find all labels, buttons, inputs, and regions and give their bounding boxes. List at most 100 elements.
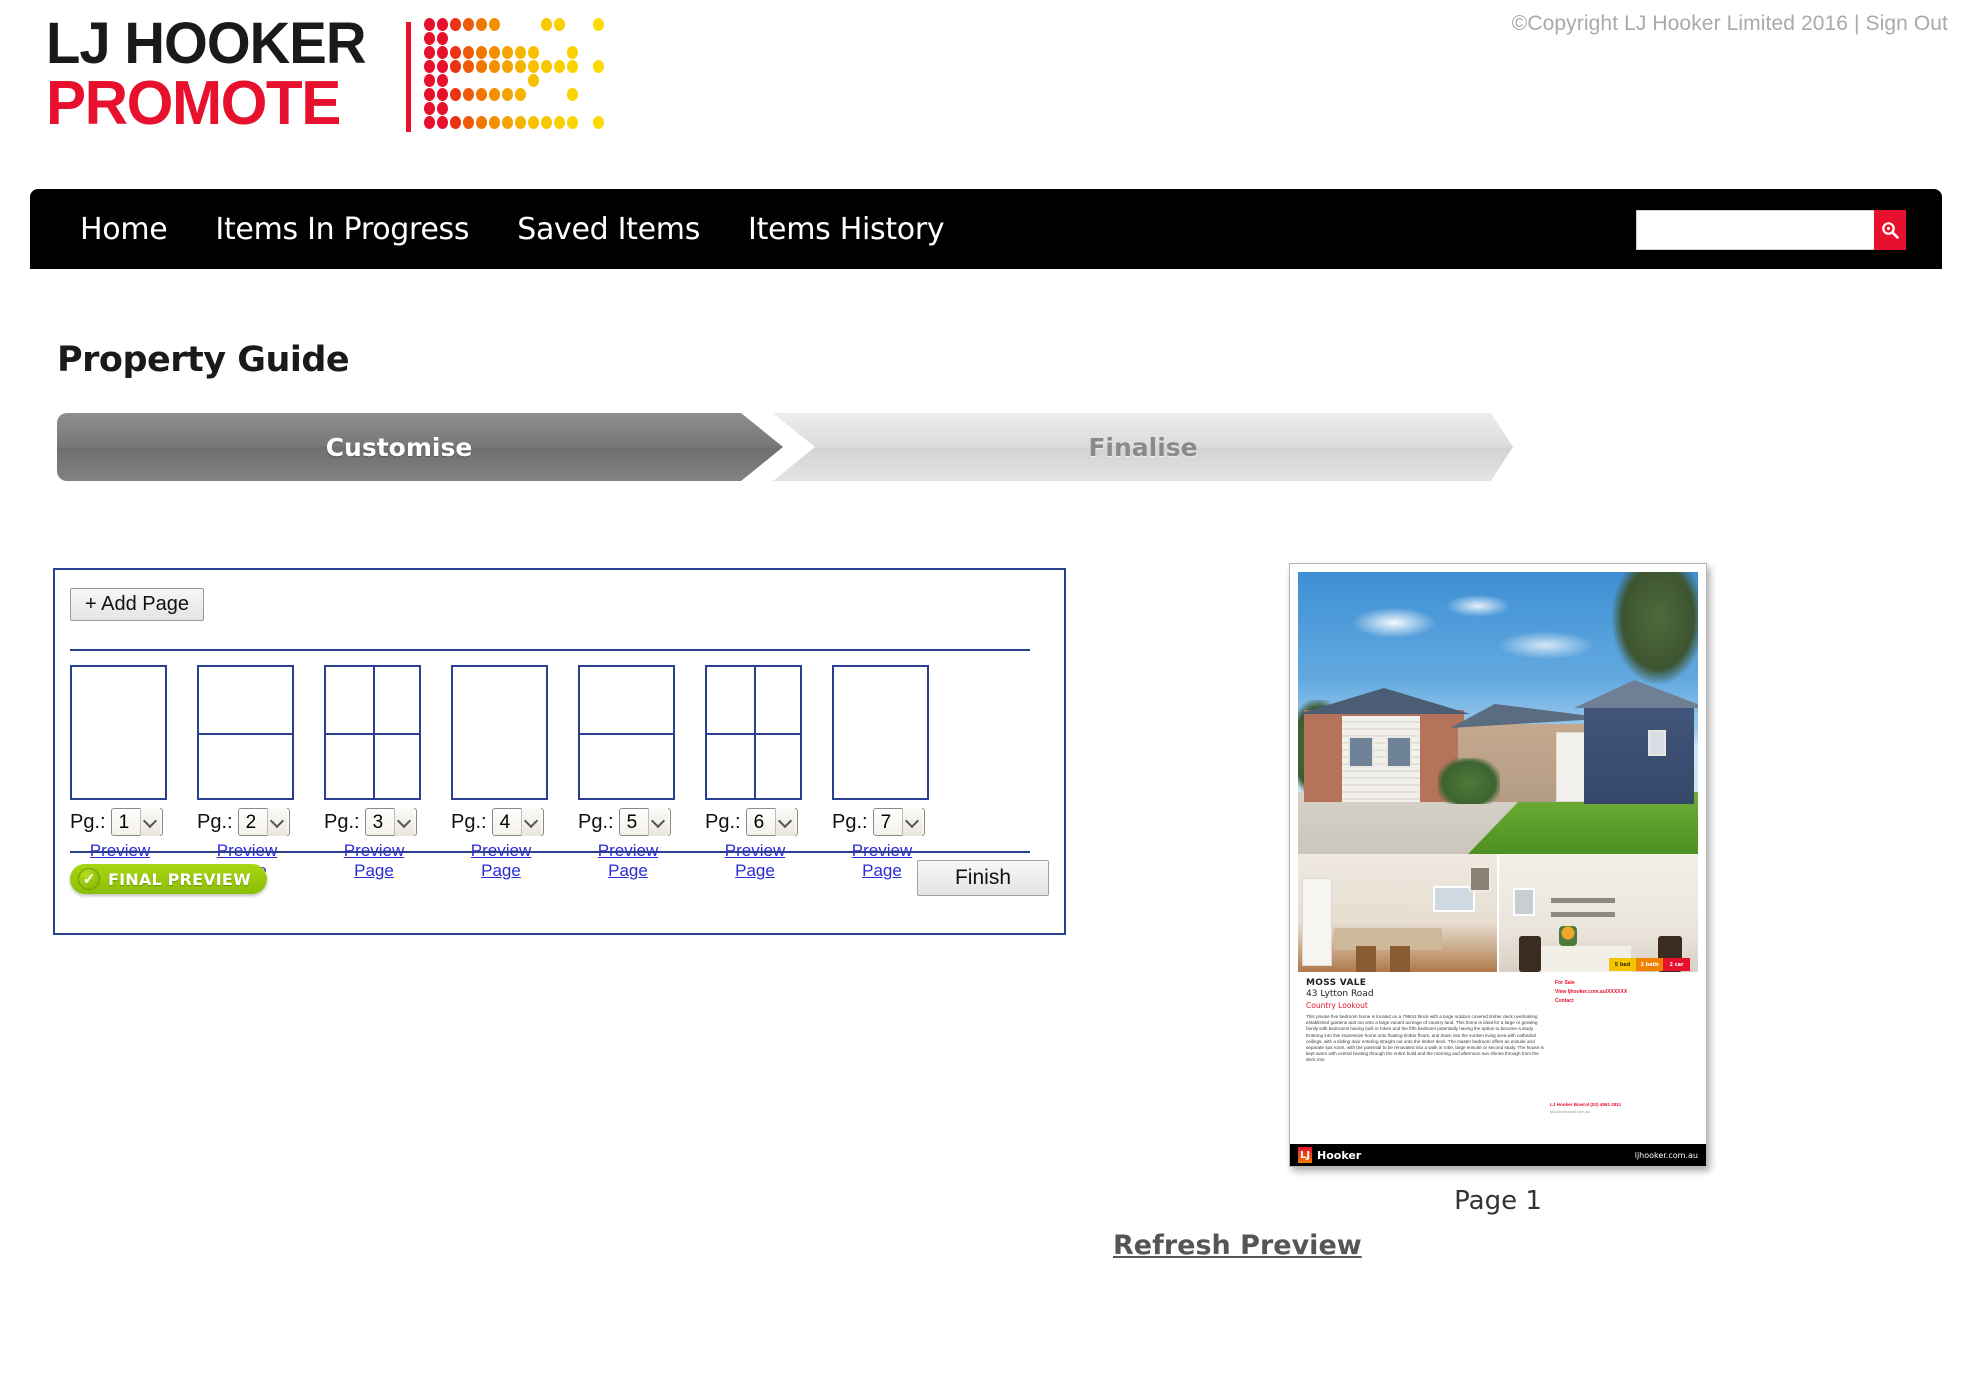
flyer-view-url: View ljhooker.com.au/XXXXXX xyxy=(1555,989,1628,995)
page-layout-single[interactable] xyxy=(832,665,929,800)
wall-art-decor xyxy=(1469,866,1491,892)
page-layout-quad[interactable] xyxy=(324,665,421,800)
page-layout-single[interactable] xyxy=(451,665,548,800)
page-number-select[interactable]: 1 xyxy=(110,808,163,836)
flyer-footer-logo: LJ Hooker xyxy=(1298,1147,1361,1163)
page-number-row: Pg.: 2 xyxy=(197,808,297,836)
page-layout-two-rows[interactable] xyxy=(578,665,675,800)
preview-area: 5 bed 2 bath 2 car MOSS VALE 43 Lytton Roa… xyxy=(1289,563,1707,1167)
page-layout-single[interactable] xyxy=(70,665,167,800)
panel-divider-bottom xyxy=(70,851,1030,853)
nav-item-list: Home Items In Progress Saved Items Items Hi… xyxy=(30,212,968,247)
page-thumbnail[interactable]: Pg.:2Preview Page xyxy=(197,665,297,881)
page-number-label: Pg.: xyxy=(451,810,487,833)
house-right-decor xyxy=(1574,680,1698,804)
page-number-label: Pg.: xyxy=(70,810,106,833)
top-bar: ©Copyright LJ Hooker Limited 2016 | Sign… xyxy=(0,0,1970,176)
preview-page-link[interactable]: Preview Page xyxy=(705,841,805,881)
nav-item-saved-items[interactable]: Saved Items xyxy=(493,212,724,247)
nav-item-items-in-progress[interactable]: Items In Progress xyxy=(191,212,493,247)
page-number-select[interactable]: 5 xyxy=(618,808,671,836)
shrub-decor xyxy=(1438,758,1500,804)
page-number-select-wrap: 2 xyxy=(237,808,290,836)
feature-badge: 5 bed xyxy=(1609,958,1636,971)
feature-badges: 5 bed 2 bath 2 car xyxy=(1609,958,1690,971)
page-thumbnail[interactable]: Pg.:3 Preview Page xyxy=(324,665,424,881)
app-page: ©Copyright LJ Hooker Limited 2016 | Sign… xyxy=(0,0,1970,1390)
page-number-label: Pg.: xyxy=(578,810,614,833)
wizard-steps: Customise Finalise xyxy=(57,413,1507,481)
page-number-row: Pg.: 6 xyxy=(705,808,805,836)
page-number-select-wrap: 4 xyxy=(491,808,544,836)
pages-panel: + Add Page Pg.:1Preview PagePg.:2Preview… xyxy=(53,568,1066,935)
page-number-select[interactable]: 2 xyxy=(237,808,290,836)
page-number-select-wrap: 7 xyxy=(872,808,925,836)
preview-page-label: Page 1 xyxy=(1454,1186,1542,1216)
page-number-row: Pg.: 3 xyxy=(324,808,424,836)
page-number-label: Pg.: xyxy=(832,810,868,833)
bench-decor xyxy=(1334,904,1406,922)
page-number-select[interactable]: 6 xyxy=(745,808,798,836)
roof-right-decor xyxy=(1574,680,1698,708)
fridge-decor xyxy=(1302,878,1332,966)
logo-dot-pattern-icon xyxy=(424,18,744,138)
panel-divider-top xyxy=(70,649,1030,651)
flowers-decor xyxy=(1559,926,1577,946)
page-thumbnail[interactable]: Pg.:7Preview Page xyxy=(832,665,932,881)
photo-kitchen xyxy=(1298,854,1499,972)
layout-divider-horizontal xyxy=(580,732,673,735)
search-button[interactable] xyxy=(1874,210,1906,250)
finish-button[interactable]: Finish xyxy=(917,860,1049,896)
chair-decor xyxy=(1390,946,1410,972)
page-number-select-wrap: 6 xyxy=(745,808,798,836)
hero-photo-exterior xyxy=(1298,572,1698,854)
flyer-main-text: MOSS VALE 43 Lytton Road Country Lookout… xyxy=(1306,978,1549,1140)
page-layout-two-rows[interactable] xyxy=(197,665,294,800)
check-icon: ✓ xyxy=(78,868,100,890)
page-number-row: Pg.: 7 xyxy=(832,808,932,836)
step-tab-finalise[interactable]: Finalise xyxy=(773,413,1513,481)
page-number-label: Pg.: xyxy=(324,810,360,833)
logo-line-promote: PROMOTE xyxy=(46,69,341,138)
agent-name: LJ Hooker Bowral (02) 4861 2811 xyxy=(1550,1102,1622,1107)
flyer-agent-block: LJ Hooker Bowral (02) 4861 2811 ljhooker… xyxy=(1550,1102,1690,1114)
preview-page-link[interactable]: Preview Page xyxy=(324,841,424,881)
flyer-footer: LJ Hooker ljhooker.com.au xyxy=(1290,1144,1706,1166)
final-preview-badge[interactable]: ✓ FINAL PREVIEW xyxy=(70,864,267,894)
secondary-photo-row xyxy=(1298,854,1698,972)
tree-decor xyxy=(1612,572,1698,684)
wall-art-decor xyxy=(1513,888,1535,916)
page-thumbnail[interactable]: Pg.:1Preview Page xyxy=(70,665,170,881)
nav-item-items-history[interactable]: Items History xyxy=(724,212,968,247)
preview-page-link[interactable]: Preview Page xyxy=(578,841,678,881)
page-number-row: Pg.: 4 xyxy=(451,808,551,836)
flyer-for-sale: For Sale xyxy=(1555,980,1575,986)
layout-divider-vertical xyxy=(753,667,756,798)
search-area xyxy=(1636,210,1906,250)
main-navigation: Home Items In Progress Saved Items Items Hi… xyxy=(30,189,1942,269)
brand-logo[interactable]: LJ HOOKER PROMOTE xyxy=(46,15,746,138)
island-decor xyxy=(1334,928,1442,950)
chair-decor xyxy=(1356,946,1376,972)
page-number-select[interactable]: 4 xyxy=(491,808,544,836)
page-number-select[interactable]: 7 xyxy=(872,808,925,836)
shelf-decor xyxy=(1551,898,1615,903)
nav-item-home[interactable]: Home xyxy=(56,212,191,247)
page-thumbnail[interactable]: Pg.:5 Preview Page xyxy=(578,665,678,881)
page-thumbnail[interactable]: Pg.:6 Preview Page xyxy=(705,665,805,881)
copyright-signout[interactable]: ©Copyright LJ Hooker Limited 2016 | Sign… xyxy=(1512,12,1948,36)
refresh-preview-link[interactable]: Refresh Preview xyxy=(1113,1230,1362,1261)
window-decor xyxy=(1386,736,1412,768)
step-tab-customise[interactable]: Customise xyxy=(57,413,783,481)
logo-divider xyxy=(406,22,411,132)
page-layout-quad[interactable] xyxy=(705,665,802,800)
page-thumbnail[interactable]: Pg.:4 Preview Page xyxy=(451,665,551,881)
flyer-street: 43 Lytton Road xyxy=(1306,989,1374,999)
preview-page-link[interactable]: Preview Page xyxy=(451,841,551,881)
page-thumbnail-list: Pg.:1Preview PagePg.:2Preview PagePg.:3P… xyxy=(70,665,959,881)
flyer-preview-card[interactable]: 5 bed 2 bath 2 car MOSS VALE 43 Lytton Roa… xyxy=(1289,563,1707,1167)
search-input[interactable] xyxy=(1636,210,1874,250)
add-page-button[interactable]: + Add Page xyxy=(70,588,204,621)
chair-decor xyxy=(1519,936,1541,972)
page-number-select[interactable]: 3 xyxy=(364,808,417,836)
